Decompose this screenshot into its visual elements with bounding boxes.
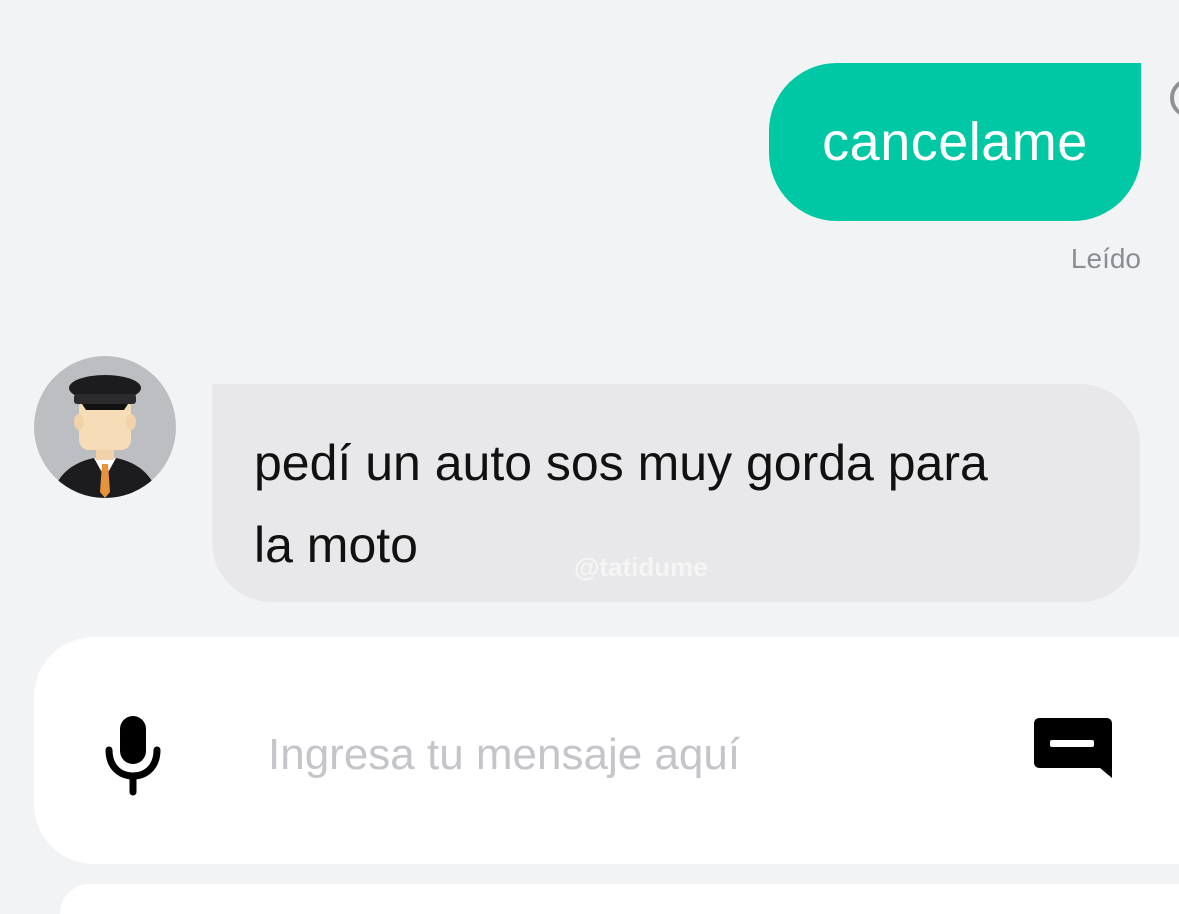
read-status-label: Leído	[1070, 243, 1141, 274]
sent-message-text: cancelame	[822, 112, 1088, 172]
sent-message-bubble: cancelame	[769, 63, 1141, 221]
bottom-panel-edge	[60, 884, 1179, 914]
partner-avatar	[1170, 78, 1179, 118]
chat-messages-area: cancelame Leído pedí un auto sos muy gor…	[0, 0, 1179, 620]
voice-message-button[interactable]	[96, 712, 170, 798]
quick-message-icon	[1034, 718, 1112, 778]
microphone-icon	[105, 716, 161, 796]
message-input[interactable]	[264, 720, 972, 790]
watermark: @tatidume	[574, 552, 708, 582]
driver-avatar-icon	[34, 356, 176, 498]
quick-reply-button[interactable]	[1030, 712, 1116, 786]
